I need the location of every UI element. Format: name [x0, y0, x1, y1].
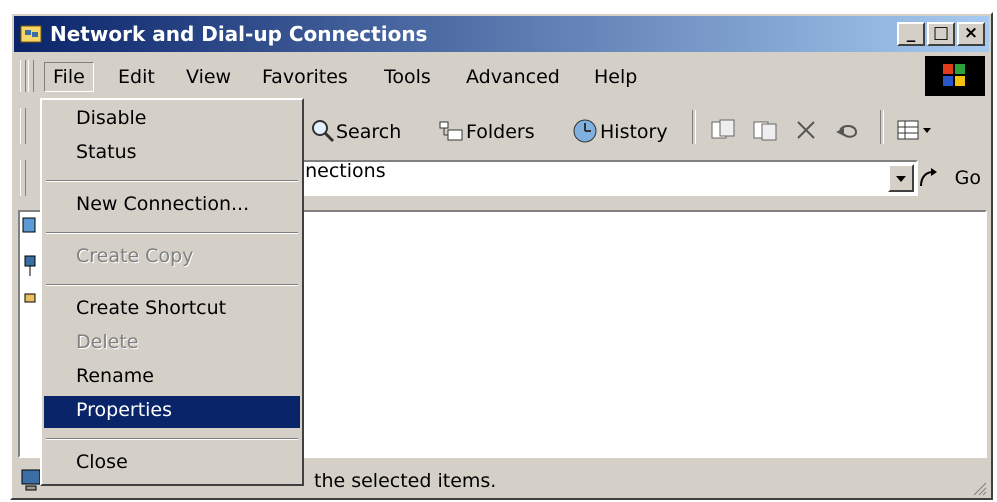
network-folder-icon [20, 25, 42, 43]
undo-icon[interactable] [834, 118, 862, 142]
go-button[interactable]: Go [955, 167, 981, 189]
status-text: the selected items. [314, 470, 497, 492]
delete-icon[interactable] [794, 118, 818, 142]
computer-icon [21, 469, 41, 491]
menu-item-rename[interactable]: Rename [44, 362, 300, 394]
menu-bar: File Edit View Favorites Tools Advanced … [14, 56, 989, 96]
toolbar-separator-2 [880, 110, 884, 144]
menu-item-new-connection[interactable]: New Connection... [44, 190, 300, 222]
menu-separator [46, 284, 298, 286]
menu-separator [46, 180, 298, 182]
folders-icon [439, 121, 463, 141]
search-button[interactable]: Search [336, 121, 401, 143]
minimize-button[interactable]: _ [897, 22, 925, 46]
title-bar[interactable]: Network and Dial-up Connections _ □ × [14, 16, 989, 52]
maximize-button[interactable]: □ [927, 22, 955, 46]
menu-help[interactable]: Help [594, 66, 637, 88]
menu-edit[interactable]: Edit [118, 66, 155, 88]
menubar-grip-2[interactable] [28, 60, 34, 92]
toolbar-separator [692, 110, 696, 144]
menu-item-disable[interactable]: Disable [44, 104, 300, 136]
menubar-grip[interactable] [20, 60, 26, 92]
menu-item-close[interactable]: Close [44, 448, 300, 480]
chevron-down-icon [896, 176, 906, 182]
file-menu-dropdown: Disable Status New Connection... Create … [40, 98, 304, 486]
menu-tools[interactable]: Tools [384, 66, 431, 88]
history-button[interactable]: History [600, 121, 668, 143]
copy-to-icon[interactable] [752, 118, 778, 142]
folders-button[interactable]: Folders [466, 121, 535, 143]
menu-favorites[interactable]: Favorites [262, 66, 348, 88]
menu-item-delete: Delete [76, 331, 139, 353]
connection-icon[interactable] [22, 216, 36, 316]
menu-advanced[interactable]: Advanced [466, 66, 560, 88]
window-title: Network and Dial-up Connections [50, 22, 428, 46]
menu-item-status[interactable]: Status [44, 138, 300, 170]
addressbar-grip[interactable] [20, 160, 26, 196]
menu-separator [46, 438, 298, 440]
menu-item-create-shortcut[interactable]: Create Shortcut [44, 294, 300, 326]
search-icon [312, 120, 335, 143]
menu-view[interactable]: View [186, 66, 231, 88]
menu-item-create-copy: Create Copy [76, 245, 194, 267]
toolbar-grip[interactable] [20, 108, 26, 144]
close-button[interactable]: × [957, 22, 985, 46]
go-arrow-icon [920, 168, 937, 187]
move-to-icon[interactable] [710, 118, 736, 142]
resize-grip-icon[interactable] [969, 478, 987, 496]
menu-separator [46, 232, 298, 234]
windows-logo-icon [925, 56, 985, 96]
address-dropdown-button[interactable] [888, 164, 914, 192]
menu-item-properties[interactable]: Properties [44, 396, 300, 428]
history-icon [573, 119, 597, 143]
menu-file[interactable]: File [44, 62, 94, 92]
views-icon[interactable] [896, 118, 936, 142]
